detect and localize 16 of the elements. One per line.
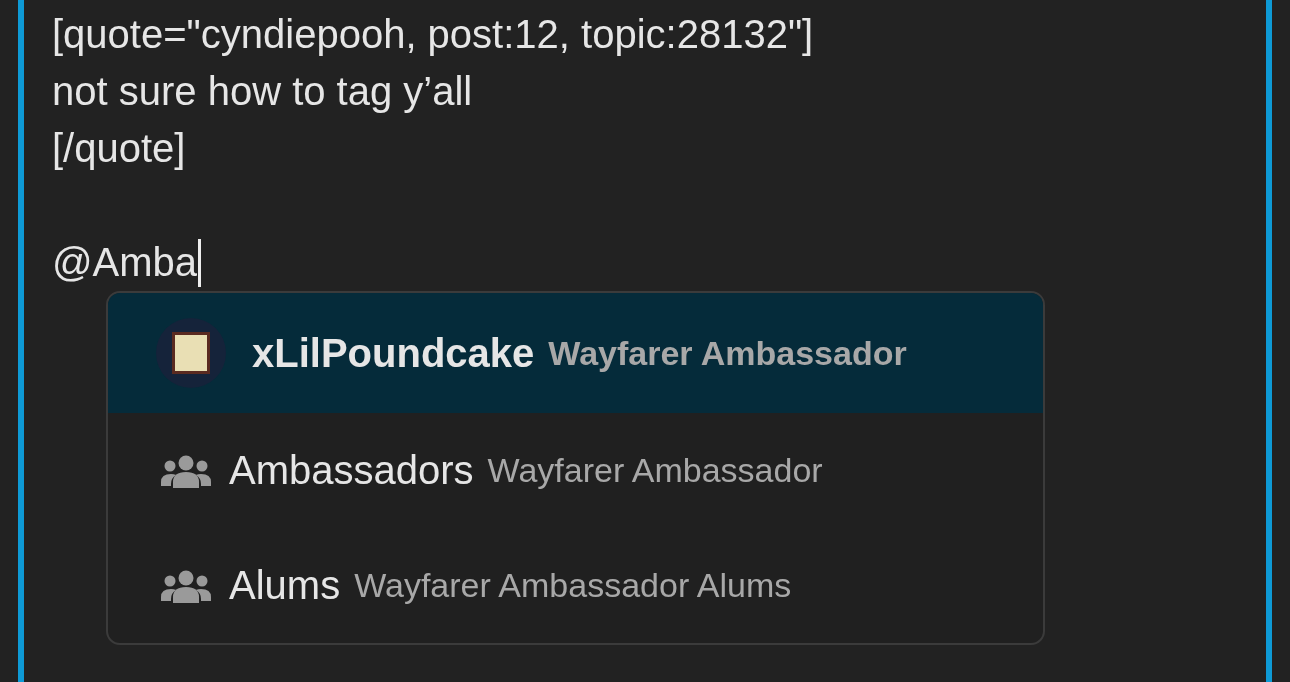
suggestion-name: Alums <box>229 563 341 608</box>
mention-suggestion[interactable]: xLilPoundcake Wayfarer Ambassador <box>108 293 1043 413</box>
suggestion-name: xLilPoundcake <box>252 330 535 376</box>
editor-text-line: [/quote] <box>52 125 186 172</box>
suggestion-description: Wayfarer Ambassador <box>548 333 907 373</box>
group-icon <box>161 453 211 488</box>
mention-suggestion[interactable]: Ambassadors Wayfarer Ambassador <box>108 413 1043 528</box>
suggestion-description: Wayfarer Ambassador <box>487 451 823 490</box>
mention-input-text: @Amba <box>52 239 198 286</box>
suggestion-name: Ambassadors <box>229 448 474 493</box>
text-cursor <box>198 238 202 287</box>
editor-text-line: not sure how to tag y’all <box>52 68 473 115</box>
mention-suggestion[interactable]: Alums Wayfarer Ambassador Alums <box>108 528 1043 643</box>
suggestion-description: Wayfarer Ambassador Alums <box>354 566 792 605</box>
editor-text-line: [quote="cyndiepooh, post:12, topic:28132"] <box>52 11 814 58</box>
group-icon <box>161 568 211 603</box>
